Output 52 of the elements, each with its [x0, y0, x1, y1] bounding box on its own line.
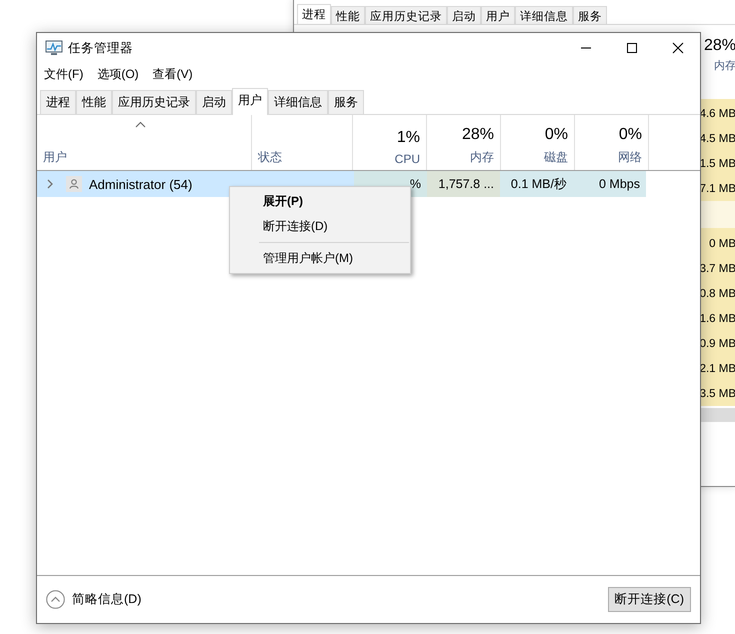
maximize-icon[interactable] [626, 42, 638, 54]
monitor-icon [45, 40, 63, 56]
group-row [700, 201, 735, 228]
table-cell: 0.1 MB/秒 [500, 171, 573, 197]
menu-item[interactable]: 断开连接(D) [230, 214, 410, 239]
column-header[interactable]: 网络 [618, 149, 642, 166]
table-cell: 1.6 MB [700, 312, 735, 324]
fewer-details-toggle[interactable]: 简略信息(D) [46, 590, 142, 609]
tab[interactable]: 应用历史记录 [365, 6, 447, 24]
column-header[interactable]: CPU [394, 152, 420, 166]
tab[interactable]: 详细信息 [515, 6, 573, 24]
tab[interactable]: 启动 [447, 6, 481, 24]
tab[interactable]: 启动 [196, 90, 232, 114]
user-name: Administrator (54) [89, 176, 192, 192]
column-header[interactable]: 用户 [43, 149, 245, 166]
table-cell: 4.5 MB [700, 132, 735, 144]
column-percent: 0% [544, 126, 568, 144]
chevron-up-icon [46, 590, 65, 609]
table-cell: 0 Mbps [573, 171, 646, 197]
tab[interactable]: 进程 [297, 4, 331, 24]
user-icon [66, 176, 82, 192]
tab[interactable]: 进程 [40, 90, 76, 114]
table-cell: 3.7 MB [700, 262, 735, 274]
tab[interactable]: 用户 [232, 88, 268, 115]
table-cell: 4.6 MB [700, 108, 735, 120]
column-header[interactable]: 内存 [470, 149, 494, 166]
tab[interactable]: 详细信息 [268, 90, 328, 114]
tab[interactable]: 性能 [331, 6, 365, 24]
column-percent: 0% [618, 126, 642, 144]
column-percent: 28% [462, 126, 494, 144]
table-cell: 1,757.8 ... [427, 171, 500, 197]
menu-item[interactable]: 文件(F) [44, 66, 84, 84]
tab[interactable]: 服务 [573, 6, 607, 24]
table-cell: 0 MB [709, 238, 735, 250]
table-cell: 7.1 MB [700, 182, 735, 194]
column-header[interactable]: 状态 [258, 149, 346, 166]
tab[interactable]: 用户 [481, 6, 515, 24]
menu-item[interactable]: 管理用户帐户(M) [230, 246, 410, 271]
menu-item[interactable]: 查看(V) [152, 66, 193, 84]
disconnect-button[interactable]: 断开连接(C) [608, 587, 691, 612]
menu-item[interactable]: 选项(O) [97, 66, 139, 84]
tab[interactable]: 服务 [328, 90, 364, 114]
column-header[interactable]: 磁盘 [544, 149, 568, 166]
tab[interactable]: 应用历史记录 [112, 90, 196, 114]
close-icon[interactable] [672, 42, 684, 54]
table-cell: 3.5 MB [700, 388, 735, 400]
window-title: 任务管理器 [68, 40, 133, 56]
horizontal-scrollbar[interactable] [700, 408, 735, 422]
table-cell: 1.5 MB [700, 158, 735, 170]
chevron-icon[interactable] [46, 179, 54, 189]
column-percent: 1% [396, 129, 420, 147]
tab[interactable]: 性能 [76, 90, 112, 114]
